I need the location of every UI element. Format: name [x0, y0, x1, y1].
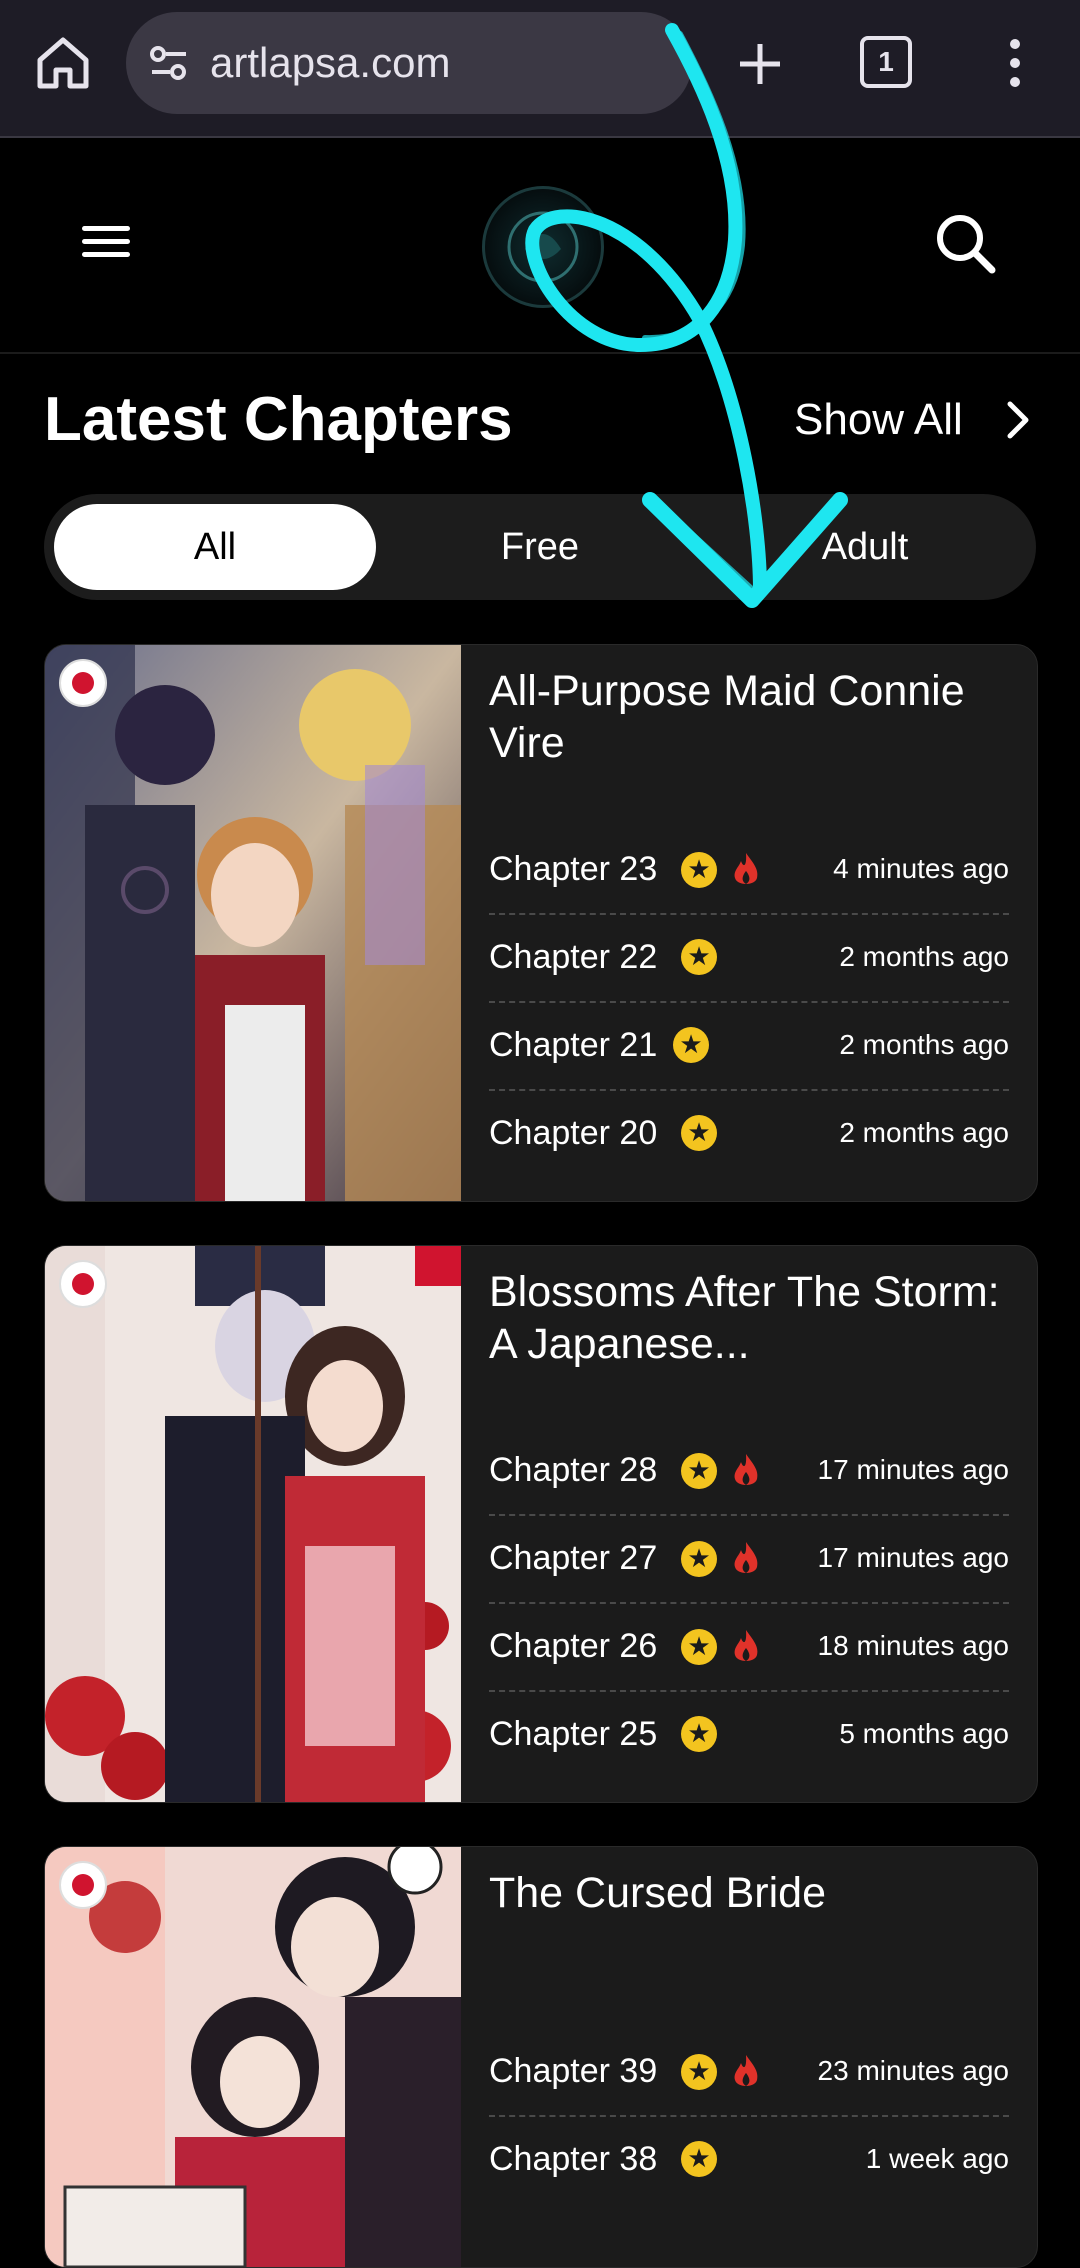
chapter-name[interactable]: Chapter 39: [489, 2049, 657, 2093]
chapter-time: 2 months ago: [839, 1029, 1009, 1060]
hamburger-menu-icon[interactable]: [82, 218, 148, 274]
fire-icon: [731, 1452, 761, 1490]
chevron-right-icon[interactable]: [1000, 398, 1036, 442]
more-menu-icon[interactable]: [990, 30, 1040, 96]
chapter-list: Chapter 23 4 minutes ago Chapter 22 2 mo…: [489, 827, 1009, 1177]
chapter-name[interactable]: Chapter 21: [489, 1023, 657, 1067]
browser-toolbar: artlapsa.com 1: [0, 0, 1080, 138]
chapter-time: 17 minutes ago: [817, 1542, 1009, 1573]
tab-all[interactable]: All: [54, 504, 376, 590]
chapter-row[interactable]: Chapter 26 18 minutes ago: [489, 1604, 1009, 1692]
japan-flag-icon: [59, 1861, 107, 1909]
home-icon[interactable]: [30, 30, 96, 96]
url-text[interactable]: artlapsa.com: [210, 38, 450, 88]
manga-card[interactable]: The Cursed Bride Chapter 39 23 minutes a…: [44, 1846, 1038, 2268]
star-icon: [681, 1541, 717, 1577]
manga-title[interactable]: Blossoms After The Storm: A Japanese...: [489, 1266, 1019, 1370]
new-tab-icon[interactable]: [730, 30, 790, 96]
chapter-row[interactable]: Chapter 28 17 minutes ago: [489, 1428, 1009, 1516]
chapter-row[interactable]: Chapter 21 2 months ago: [489, 1003, 1009, 1091]
cover-image[interactable]: [45, 645, 461, 1201]
search-icon[interactable]: [930, 208, 1000, 278]
chapter-time: 2 months ago: [839, 941, 1009, 972]
filter-tabs: All Free Adult: [44, 494, 1036, 600]
page-title: Latest Chapters: [44, 385, 513, 454]
chapter-name[interactable]: Chapter 26: [489, 1624, 657, 1668]
chapter-name[interactable]: Chapter 27: [489, 1536, 657, 1580]
address-bar[interactable]: artlapsa.com: [126, 12, 692, 114]
manga-card[interactable]: Blossoms After The Storm: A Japanese... …: [44, 1245, 1038, 1803]
tab-free[interactable]: Free: [379, 504, 701, 590]
chapter-list: Chapter 39 23 minutes ago Chapter 38 1 w…: [489, 2029, 1009, 2203]
chapter-row[interactable]: Chapter 23 4 minutes ago: [489, 827, 1009, 915]
tab-adult[interactable]: Adult: [704, 504, 1026, 590]
chapter-row[interactable]: Chapter 25 5 months ago: [489, 1692, 1009, 1778]
chapter-row[interactable]: Chapter 27 17 minutes ago: [489, 1516, 1009, 1604]
star-icon: [681, 1453, 717, 1489]
star-icon: [681, 852, 717, 888]
fire-icon: [731, 1540, 761, 1578]
chapter-time: 1 week ago: [865, 2143, 1009, 2174]
chapter-name[interactable]: Chapter 25: [489, 1712, 657, 1756]
star-icon: [681, 939, 717, 975]
chapter-row[interactable]: Chapter 22 2 months ago: [489, 915, 1009, 1003]
fire-icon: [731, 2053, 761, 2091]
cover-image[interactable]: [45, 1246, 461, 1802]
chapter-name[interactable]: Chapter 23: [489, 847, 657, 891]
show-all-link[interactable]: Show All: [794, 392, 963, 448]
chapter-time: 18 minutes ago: [817, 1630, 1009, 1661]
star-icon: [673, 1027, 709, 1063]
chapter-name[interactable]: Chapter 22: [489, 935, 657, 979]
star-icon: [681, 1115, 717, 1151]
star-icon: [681, 2141, 717, 2177]
fire-icon: [731, 1628, 761, 1666]
star-icon: [681, 1716, 717, 1752]
site-header: [0, 138, 1080, 354]
tab-count: 1: [860, 36, 912, 88]
site-settings-icon[interactable]: [148, 42, 190, 84]
chapter-name[interactable]: Chapter 20: [489, 1111, 657, 1155]
chapter-time: 23 minutes ago: [817, 2055, 1009, 2086]
japan-flag-icon: [59, 1260, 107, 1308]
chapter-row[interactable]: Chapter 20 2 months ago: [489, 1091, 1009, 1177]
tab-switcher-button[interactable]: 1: [860, 36, 916, 92]
manga-title[interactable]: All-Purpose Maid Connie Vire: [489, 665, 1019, 769]
chapter-name[interactable]: Chapter 38: [489, 2137, 657, 2181]
manga-title[interactable]: The Cursed Bride: [489, 1867, 1019, 1919]
chapter-time: 5 months ago: [839, 1718, 1009, 1749]
japan-flag-icon: [59, 659, 107, 707]
manga-card[interactable]: All-Purpose Maid Connie Vire Chapter 23 …: [44, 644, 1038, 1202]
chapter-time: 2 months ago: [839, 1117, 1009, 1148]
star-icon: [681, 2054, 717, 2090]
cover-image[interactable]: [45, 1847, 461, 2267]
chapter-name[interactable]: Chapter 28: [489, 1448, 657, 1492]
chapter-row[interactable]: Chapter 38 1 week ago: [489, 2117, 1009, 2203]
site-logo[interactable]: [482, 186, 604, 308]
star-icon: [681, 1629, 717, 1665]
chapter-time: 17 minutes ago: [817, 1454, 1009, 1485]
chapter-row[interactable]: Chapter 39 23 minutes ago: [489, 2029, 1009, 2117]
chapter-list: Chapter 28 17 minutes ago Chapter 27 17 …: [489, 1428, 1009, 1778]
fire-icon: [731, 851, 761, 889]
chapter-time: 4 minutes ago: [833, 853, 1009, 884]
